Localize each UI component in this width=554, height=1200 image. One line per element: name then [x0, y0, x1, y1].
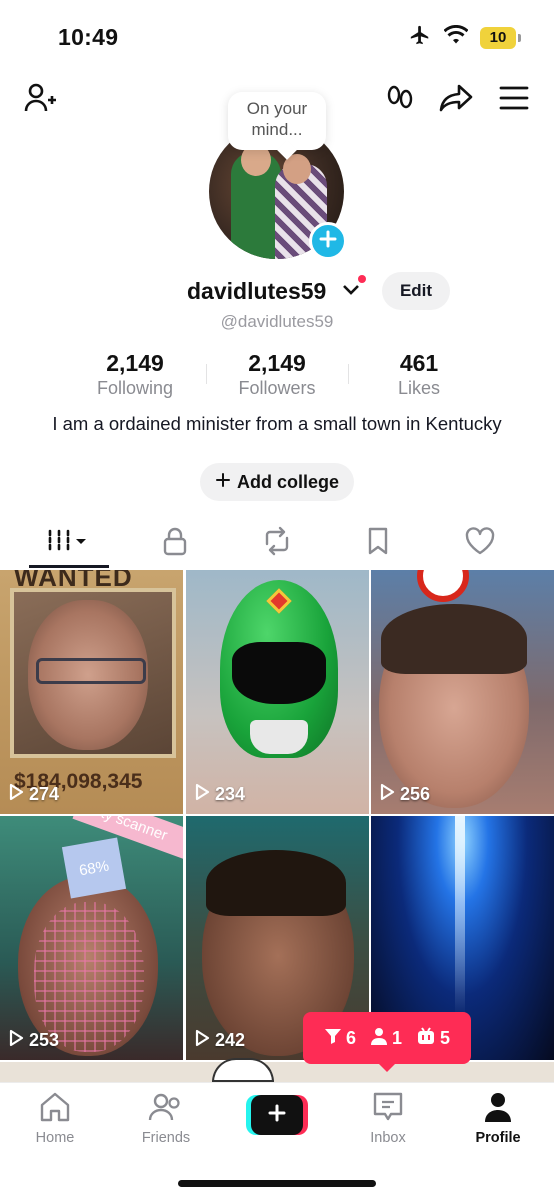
nav-label: Home — [35, 1130, 75, 1146]
divider — [206, 364, 207, 384]
username[interactable]: davidlutes59 — [187, 278, 326, 305]
bio: I am a ordained minister from a small to… — [52, 413, 502, 434]
heart-icon — [464, 526, 496, 561]
clock: 10:49 — [58, 24, 119, 50]
tab-private[interactable] — [140, 520, 210, 566]
create-button[interactable] — [246, 1095, 308, 1135]
stat-following[interactable]: 2,149 Following — [75, 350, 195, 399]
view-count-value: 242 — [215, 1030, 246, 1050]
inbox-icon — [371, 1092, 405, 1127]
stat-label: Following — [96, 378, 174, 398]
share-icon — [439, 82, 473, 119]
add-user-icon — [22, 80, 58, 121]
play-icon — [194, 1029, 210, 1052]
plus-icon — [267, 1103, 287, 1128]
bookmark-icon — [365, 526, 391, 561]
play-icon — [8, 783, 24, 806]
chevron-down-icon[interactable] — [341, 282, 361, 303]
overlay-text: 68% — [61, 837, 127, 899]
notif-comments: 5 — [416, 1026, 451, 1050]
person-icon — [370, 1027, 388, 1050]
plus-icon — [215, 472, 231, 493]
plus-icon — [318, 229, 338, 254]
nav-label: Friends — [141, 1130, 191, 1146]
footprints-icon — [384, 82, 416, 119]
status-bar: 10:49 10 — [0, 0, 554, 75]
tab-videos[interactable] — [34, 520, 104, 566]
home-icon — [38, 1092, 72, 1127]
active-tab-indicator — [29, 565, 109, 568]
play-icon — [8, 1029, 24, 1052]
activity-notification[interactable]: 6 1 5 — [303, 1012, 471, 1072]
video-thumbnail[interactable]: 234 — [186, 570, 369, 814]
notification-dot — [358, 275, 366, 283]
stat-followers[interactable]: 2,149 Followers — [217, 350, 337, 399]
airplane-icon — [408, 24, 432, 51]
battery-icon: 10 — [480, 26, 521, 49]
view-count-value: 234 — [215, 784, 246, 804]
profile-icon — [482, 1093, 514, 1127]
tab-favorites[interactable] — [343, 520, 413, 566]
nav-label: Inbox — [370, 1130, 406, 1146]
tab-reposts[interactable] — [242, 520, 312, 566]
nav-friends[interactable]: Friends — [121, 1091, 211, 1146]
nav-profile[interactable]: Profile — [453, 1091, 543, 1146]
view-count-value: 253 — [29, 1030, 60, 1050]
repost-icon — [261, 526, 293, 561]
profile-views-button[interactable] — [378, 78, 422, 122]
video-thumbnail[interactable]: ty scanner 68% 253 — [0, 816, 183, 1060]
view-count: 274 — [8, 783, 59, 806]
content-tabs — [0, 520, 554, 568]
tab-liked[interactable] — [445, 520, 515, 566]
status-icons: 10 — [408, 24, 521, 51]
friends-icon — [148, 1093, 184, 1127]
view-count: 242 — [194, 1029, 245, 1052]
filter-funnel-icon — [324, 1027, 342, 1050]
video-thumbnail[interactable]: WANTED $184,098,345 274 — [0, 570, 183, 814]
stat-label: Followers — [238, 378, 316, 398]
add-story-button[interactable] — [309, 222, 347, 260]
nav-label: Profile — [475, 1130, 521, 1146]
nav-home[interactable]: Home — [10, 1091, 100, 1146]
username-row: davidlutes59 — [0, 274, 554, 310]
stat-label: Likes — [397, 378, 441, 398]
wifi-icon — [443, 24, 469, 50]
notif-count: 6 — [345, 1027, 356, 1048]
profile-stats: 2,149 Following 2,149 Followers 461 Like… — [0, 350, 554, 400]
notif-views: 6 — [324, 1027, 356, 1050]
view-count: 253 — [8, 1029, 59, 1052]
hamburger-menu-icon — [499, 85, 529, 116]
chat-bot-icon — [416, 1026, 436, 1050]
add-college-label: Add college — [236, 471, 339, 492]
notif-count: 5 — [440, 1027, 451, 1048]
video-thumbnail[interactable]: 256 — [371, 570, 554, 814]
play-icon — [194, 783, 210, 806]
stat-value: 2,149 — [106, 350, 164, 376]
menu-button[interactable] — [492, 78, 536, 122]
view-count-value: 274 — [29, 784, 60, 804]
next-row-thumbnails — [0, 1058, 554, 1082]
notif-followers: 1 — [370, 1027, 402, 1050]
edit-profile-button[interactable]: Edit — [382, 272, 450, 310]
add-college-button[interactable]: Add college — [200, 463, 354, 501]
home-indicator — [178, 1180, 376, 1187]
share-profile-button[interactable] — [434, 78, 478, 122]
note-bubble[interactable]: On your mind... — [228, 92, 326, 150]
view-count: 234 — [194, 783, 245, 806]
lock-icon — [161, 526, 189, 561]
stat-likes[interactable]: 461 Likes — [359, 350, 479, 399]
stat-value: 461 — [399, 350, 439, 376]
divider — [348, 364, 349, 384]
notif-count: 1 — [391, 1027, 402, 1048]
grid-icon — [46, 527, 92, 560]
overlay-text: WANTED — [14, 570, 133, 592]
nav-inbox[interactable]: Inbox — [343, 1091, 433, 1146]
thumbnail-preview — [212, 1058, 274, 1082]
user-handle: @davidlutes59 — [220, 312, 334, 331]
play-icon — [379, 783, 395, 806]
add-friend-button[interactable] — [18, 78, 62, 122]
view-count: 256 — [379, 783, 430, 806]
stat-value: 2,149 — [248, 350, 306, 376]
view-count-value: 256 — [400, 784, 431, 804]
